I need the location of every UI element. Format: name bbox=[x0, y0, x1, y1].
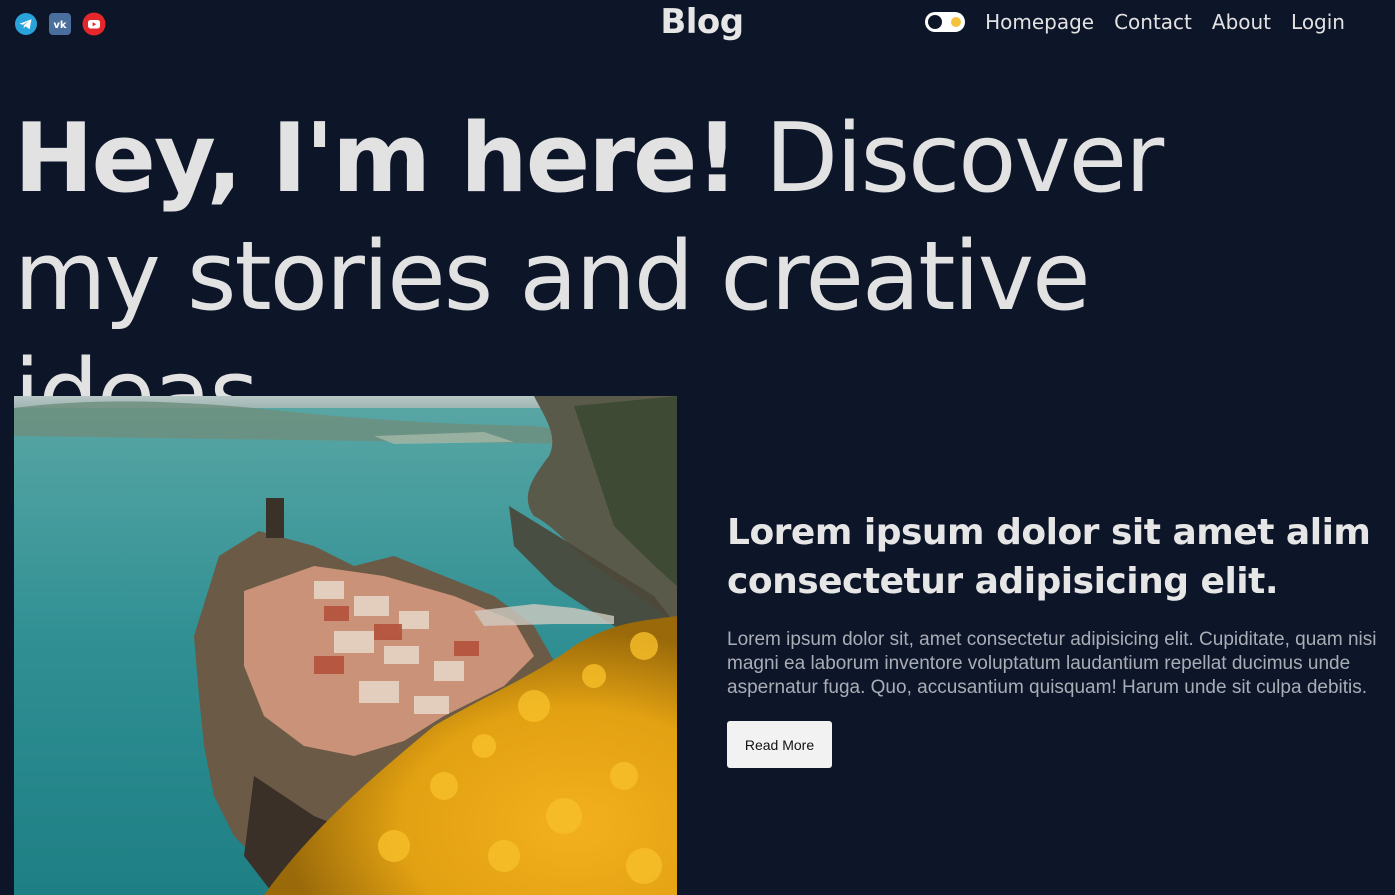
read-more-button[interactable]: Read More bbox=[727, 721, 832, 768]
featured-post-image[interactable] bbox=[14, 396, 677, 895]
nav-link-about[interactable]: About bbox=[1212, 10, 1271, 34]
post-description: Lorem ipsum dolor sit, amet consectetur … bbox=[727, 629, 1377, 698]
toggle-knob bbox=[928, 15, 943, 29]
main-nav: Homepage Contact About Login bbox=[985, 10, 1345, 34]
nav-link-login[interactable]: Login bbox=[1291, 10, 1345, 34]
nav-right: Homepage Contact About Login bbox=[925, 10, 1345, 34]
nav-link-contact[interactable]: Contact bbox=[1114, 10, 1192, 34]
navbar: vk Blog Homepage Contact About Login bbox=[0, 0, 1395, 50]
theme-toggle[interactable] bbox=[925, 12, 966, 32]
nav-link-homepage[interactable]: Homepage bbox=[985, 10, 1094, 34]
sun-icon bbox=[951, 17, 962, 27]
featured-post: Lorem ipsum dolor sit amet alim consecte… bbox=[727, 508, 1387, 768]
hero-heading-bold: Hey, I'm here! bbox=[14, 104, 739, 214]
post-title[interactable]: Lorem ipsum dolor sit amet alim consecte… bbox=[727, 508, 1387, 606]
